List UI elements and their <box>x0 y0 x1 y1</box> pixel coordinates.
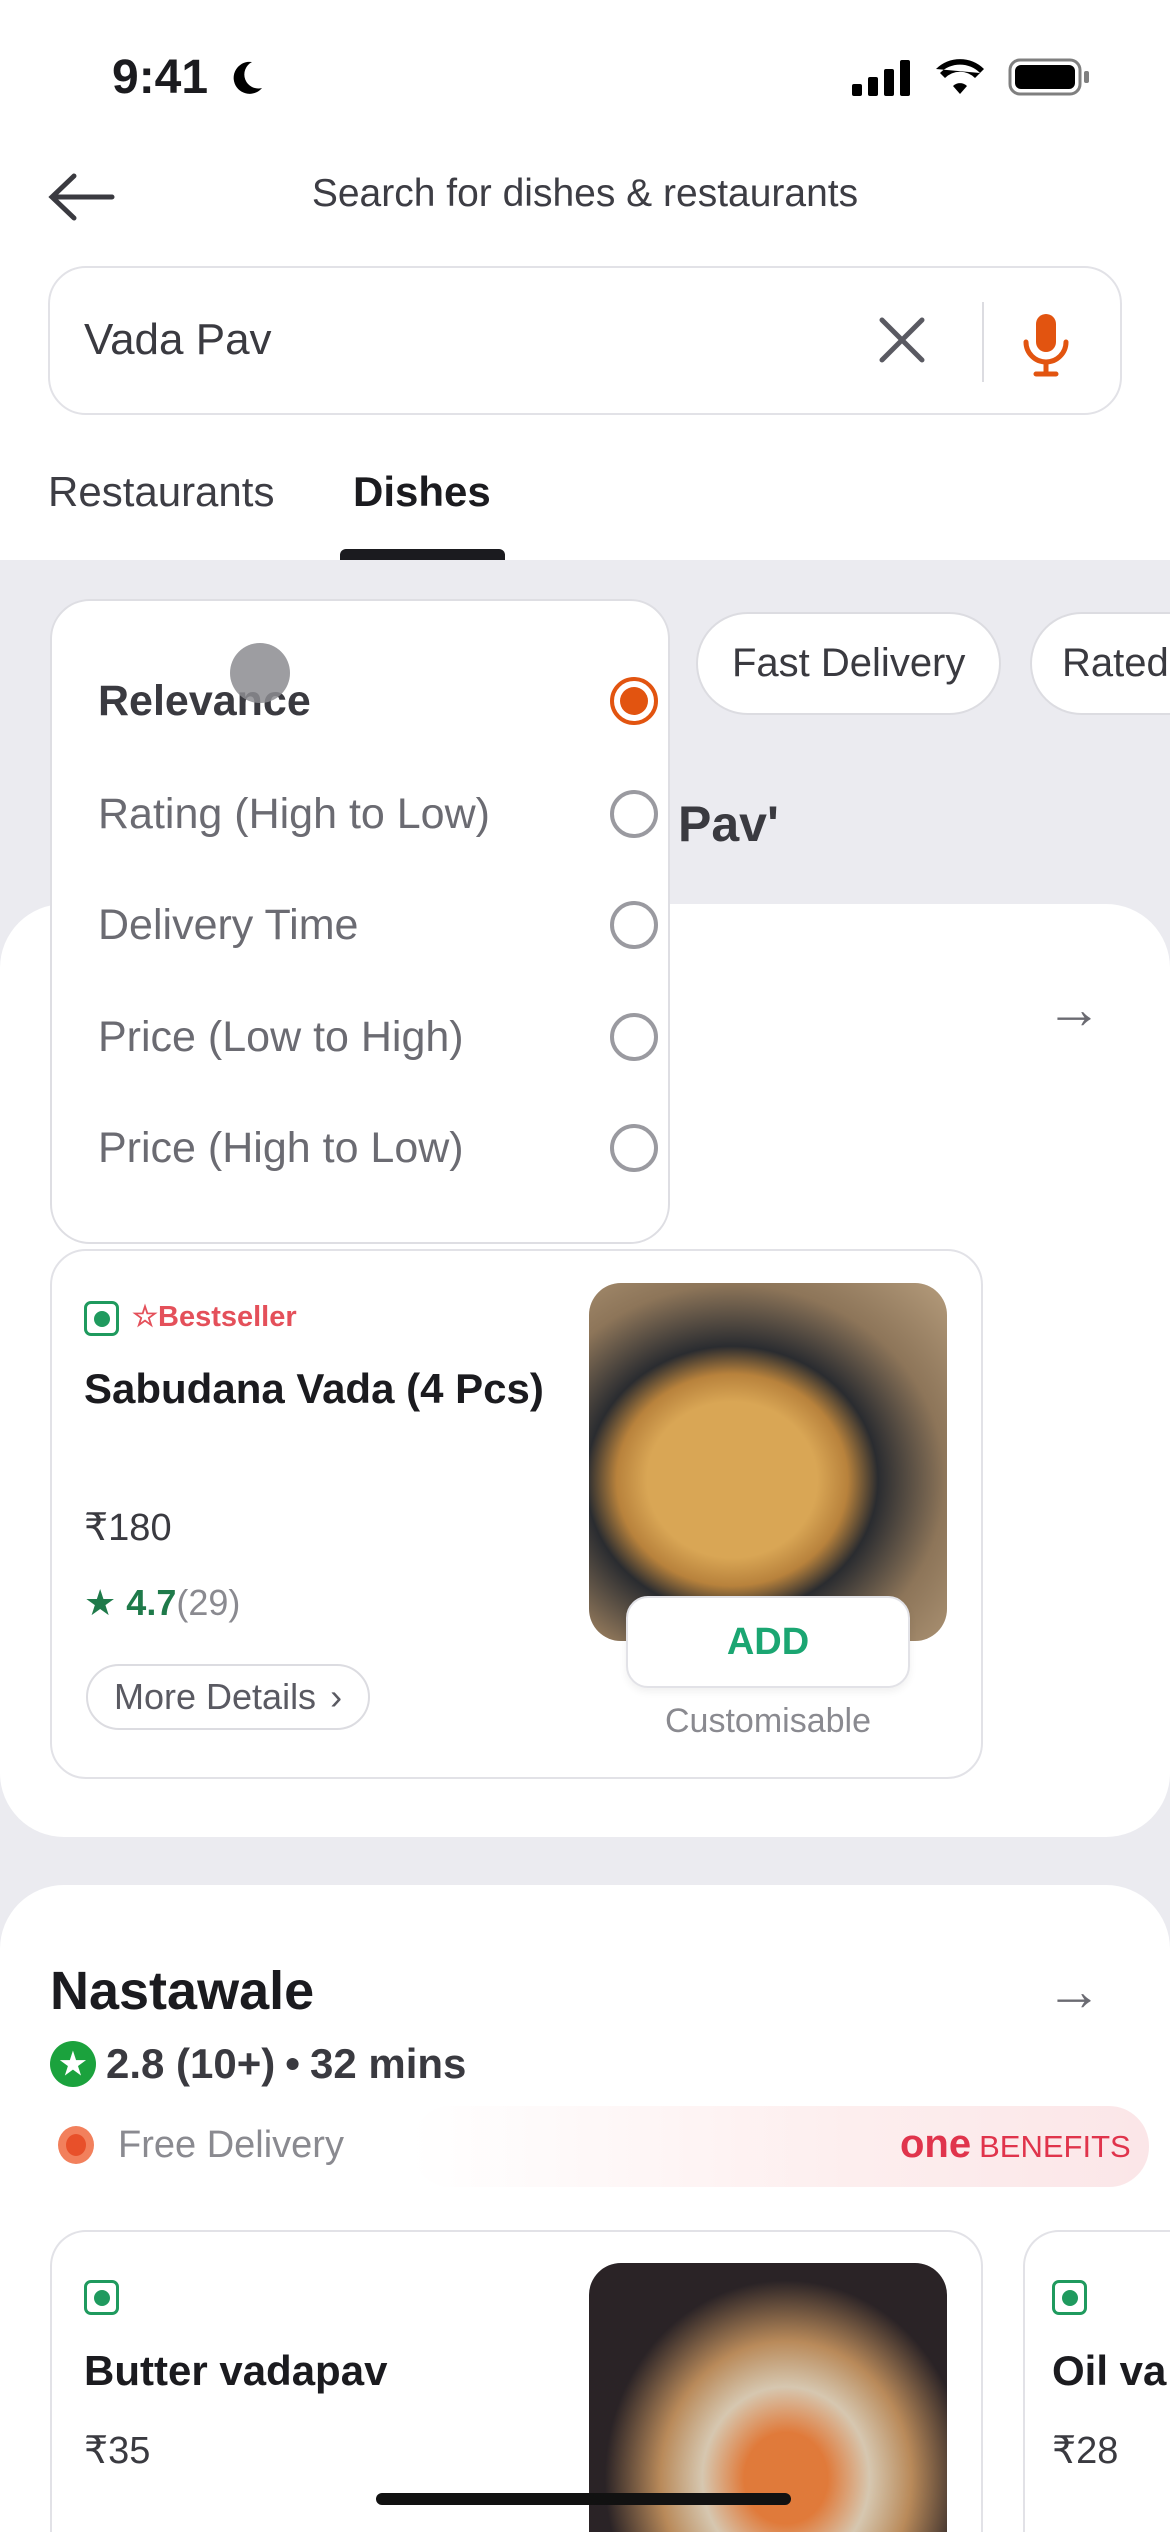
results-heading: Pav' <box>678 796 779 852</box>
radio-icon[interactable] <box>610 1124 658 1172</box>
signal-icon <box>852 60 910 96</box>
home-indicator[interactable] <box>376 2493 791 2505</box>
radio-icon[interactable] <box>610 901 658 949</box>
free-delivery-icon <box>58 2126 94 2164</box>
chip-rated[interactable]: Rated <box>1030 612 1170 715</box>
bestseller-star-icon: ☆ <box>132 1301 158 1333</box>
sort-option-rating[interactable]: Rating (High to Low) <box>98 774 658 854</box>
header-title: Search for dishes & restaurants <box>311 172 859 215</box>
one-benefits-label: one BENEFITS <box>900 2122 1131 2167</box>
restaurant-rating: 2.8 (10+) <box>106 2040 276 2087</box>
divider <box>982 302 984 382</box>
sort-option-relevance[interactable]: Relevance <box>98 661 658 741</box>
dish-name: Sabudana Vada (4 Pcs) <box>84 1365 544 1412</box>
dish-name: Butter vadapav <box>84 2347 388 2394</box>
chevron-right-icon: › <box>330 1676 343 1717</box>
more-details-button[interactable]: More Details › <box>86 1664 371 1730</box>
active-tab-indicator <box>340 549 505 560</box>
dish-price: ₹180 <box>84 1507 172 1549</box>
option-label: Price (High to Low) <box>98 1123 464 1172</box>
radio-icon[interactable] <box>610 1013 658 1061</box>
battery-icon <box>1008 58 1089 96</box>
badge-label: Bestseller <box>158 1301 297 1333</box>
more-details-label: More Details <box>114 1676 317 1717</box>
sort-option-price-low-high[interactable]: Price (Low to High) <box>98 997 658 1077</box>
veg-icon <box>1052 2280 1087 2315</box>
moon-icon <box>233 61 262 94</box>
restaurant-meta: ★ 2.8 (10+) • 32 mins <box>50 2040 466 2088</box>
dish-price: ₹28 <box>1052 2430 1119 2472</box>
dish-rating: ★ 4.7(29) <box>84 1582 240 1624</box>
veg-icon <box>84 1301 119 1336</box>
one-logo: one <box>900 2122 972 2166</box>
close-icon[interactable] <box>876 314 928 366</box>
veg-icon <box>84 2280 119 2315</box>
benefits-text: BENEFITS <box>979 2129 1131 2164</box>
option-label: Relevance <box>98 676 311 725</box>
restaurant-name[interactable]: Nastawale <box>50 1960 314 2022</box>
option-label: Rating (High to Low) <box>98 789 490 838</box>
touch-indicator <box>230 643 290 703</box>
free-delivery-label: Free Delivery <box>118 2124 344 2166</box>
option-label: Price (Low to High) <box>98 1012 464 1061</box>
arrow-right-icon[interactable]: → <box>1046 976 1102 1041</box>
sort-option-price-high-low[interactable]: Price (High to Low) <box>98 1108 658 1188</box>
mic-icon[interactable] <box>1020 312 1072 378</box>
sort-option-delivery-time[interactable]: Delivery Time <box>98 885 658 965</box>
delivery-time: 32 mins <box>310 2040 467 2087</box>
sort-dropdown: Relevance Rating (High to Low) Delivery … <box>50 599 670 1244</box>
search-box <box>48 266 1122 415</box>
customisable-label: Customisable <box>665 1702 871 1740</box>
bestseller-badge: ☆Bestseller <box>132 1299 297 1334</box>
chip-fast-delivery[interactable]: Fast Delivery <box>696 612 1002 715</box>
radio-icon[interactable] <box>610 790 658 838</box>
rating-count: (29) <box>176 1582 241 1623</box>
tab-dishes[interactable]: Dishes <box>353 468 491 516</box>
arrow-right-icon[interactable]: → <box>1046 1958 1102 2023</box>
dish-image[interactable] <box>589 2263 947 2532</box>
search-input[interactable] <box>84 308 864 372</box>
radio-selected-icon[interactable] <box>610 677 658 725</box>
dish-price: ₹35 <box>84 2430 151 2472</box>
wifi-icon <box>936 59 984 94</box>
rating-star-icon: ★ <box>50 2041 96 2087</box>
rating-value: 4.7 <box>126 1582 177 1623</box>
tab-restaurants[interactable]: Restaurants <box>48 468 274 516</box>
option-label: Delivery Time <box>98 900 359 949</box>
separator: • <box>285 2040 300 2087</box>
dish-image[interactable] <box>589 1283 947 1641</box>
star-icon: ★ <box>84 1582 117 1623</box>
add-button[interactable]: ADD <box>626 1596 910 1688</box>
dish-name: Oil va <box>1052 2347 1167 2394</box>
status-time: 9:41 <box>112 51 209 104</box>
